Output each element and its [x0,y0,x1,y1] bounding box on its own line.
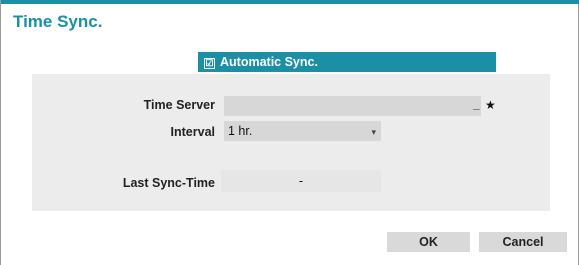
time-server-input[interactable] [224,96,481,116]
automatic-sync-checkbox[interactable]: ☑ Automatic Sync. [198,52,496,72]
interval-dropdown[interactable]: 1 hr. ▾ [224,121,381,141]
cancel-button[interactable]: Cancel [479,232,567,252]
chevron-down-icon: ▾ [371,127,376,137]
ok-button[interactable]: OK [387,232,470,252]
last-sync-time-value: - [221,170,381,192]
interval-value: 1 hr. [228,124,253,138]
automatic-sync-label: Automatic Sync. [220,55,318,69]
time-sync-dialog: Time Sync. ☑ Automatic Sync. Time Server … [0,0,579,265]
dialog-top-border [1,0,579,4]
last-sync-time-label: Last Sync-Time [122,176,215,190]
star-icon[interactable]: ★ [485,98,496,112]
clear-icon[interactable]: _ [473,97,480,111]
time-server-label: Time Server [143,98,215,112]
interval-label: Interval [170,125,215,139]
checkbox-checked-icon: ☑ [204,58,215,69]
dialog-title: Time Sync. [13,12,103,31]
